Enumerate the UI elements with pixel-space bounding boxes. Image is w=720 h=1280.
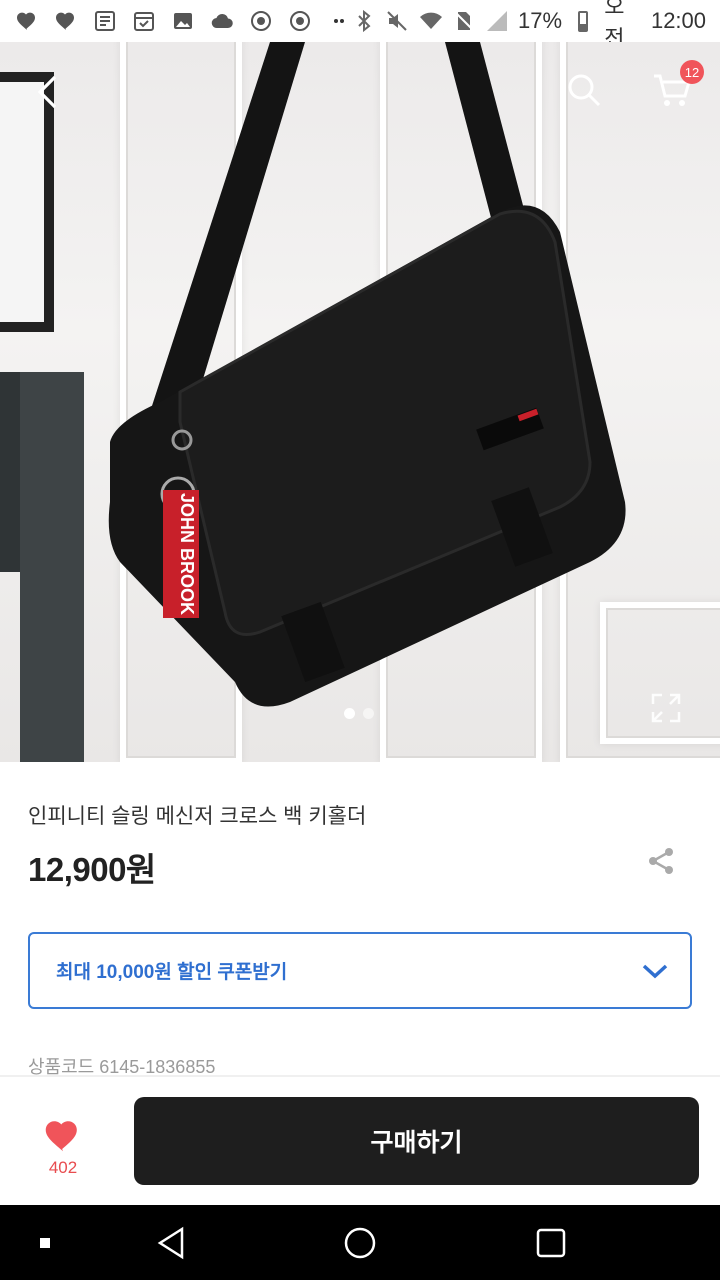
calendar-check-icon [131,8,157,34]
product-price: 12,900원 [28,851,156,888]
chevron-down-icon [642,964,668,978]
cloud-icon [209,8,235,34]
battery-icon [571,8,595,34]
status-bar: 17% 오전 12:00 [0,0,720,51]
status-time: 12:00 [650,8,707,33]
image-icon [170,8,196,34]
bluetooth-icon [352,8,376,34]
keychain-text: JOHN BROOK [177,493,197,615]
back-button[interactable] [26,70,70,114]
coupon-label: 최대 10,000원 할인 쿠폰받기 [56,962,288,983]
more-dots-icon [326,8,352,34]
cart-button[interactable]: 12 [650,60,704,112]
system-nav-bar [0,1205,720,1280]
like-count: 402 [48,1158,78,1177]
battery-percent: 17% [518,8,563,33]
share-button[interactable] [646,846,676,876]
heart-icon [45,1121,77,1152]
recents-square-icon [536,1228,566,1257]
carousel-dot-active [344,708,355,719]
carousel-dot [363,708,374,719]
carousel-indicator [344,708,374,719]
mute-icon [385,8,409,34]
like-button[interactable]: 402 [40,1115,86,1178]
back-triangle-icon [157,1226,184,1259]
bag-illustration: JOHN BROOK [108,42,626,707]
sync-icon [287,8,313,34]
square-dot-icon [40,1237,50,1248]
nav-menu-button[interactable] [30,1205,60,1280]
coupon-button[interactable]: 최대 10,000원 할인 쿠폰받기 [28,932,692,1009]
share-icon [649,848,673,874]
news-icon [92,8,118,34]
heart-icon [53,8,79,34]
wifi-icon [418,8,442,34]
nav-back-button[interactable] [146,1205,196,1280]
home-circle-icon [344,1227,376,1258]
chevron-left-icon [37,75,57,109]
status-left-icons [14,8,352,34]
no-sim-icon [452,8,476,34]
bottom-action-bar: 402 구매하기 [0,1077,720,1205]
search-button[interactable] [562,68,606,112]
nav-recents-button[interactable] [526,1205,576,1280]
expand-button[interactable] [646,688,686,728]
product-image-carousel[interactable]: JOHN BROOK 12 [0,42,720,762]
signal-icon [485,8,509,34]
search-icon [568,74,601,107]
buy-button[interactable]: 구매하기 [134,1097,699,1185]
product-title: 인피니티 슬링 메신저 크로스 백 키홀더 [28,805,367,828]
nav-home-button[interactable] [335,1205,385,1280]
cart-badge: 12 [680,60,704,84]
heart-icon [14,8,40,34]
sync-icon [248,8,274,34]
expand-icon [651,693,681,723]
